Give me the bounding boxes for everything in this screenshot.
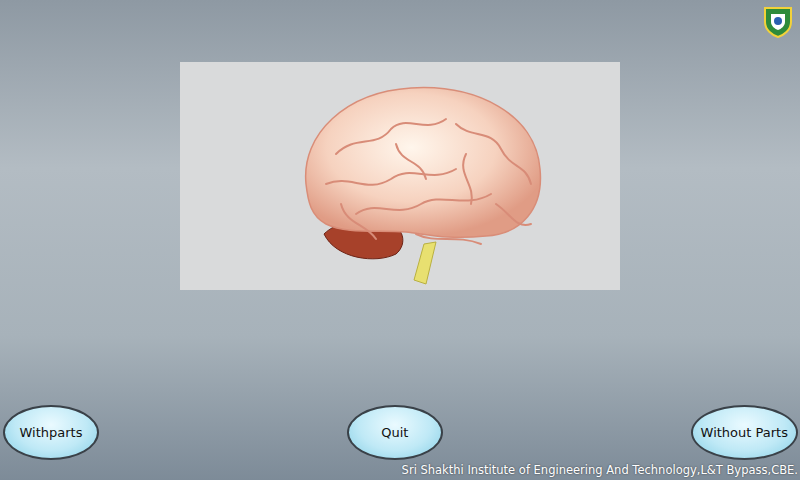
action-button[interactable]: Without Parts xyxy=(691,405,798,460)
button-row: Withparts Quit Without Parts xyxy=(0,405,800,460)
college-logo-icon xyxy=(762,4,794,38)
model-stage[interactable] xyxy=(0,0,800,405)
brain-model-icon[interactable] xyxy=(296,84,546,290)
action-button[interactable]: Withparts xyxy=(3,405,99,460)
ar-screen: Withparts Quit Without PartsSri Shakthi In… xyxy=(0,0,800,480)
action-button[interactable]: Quit xyxy=(347,405,443,460)
footer-credit: Sri Shakthi Institute of Engineering And… xyxy=(0,460,800,480)
